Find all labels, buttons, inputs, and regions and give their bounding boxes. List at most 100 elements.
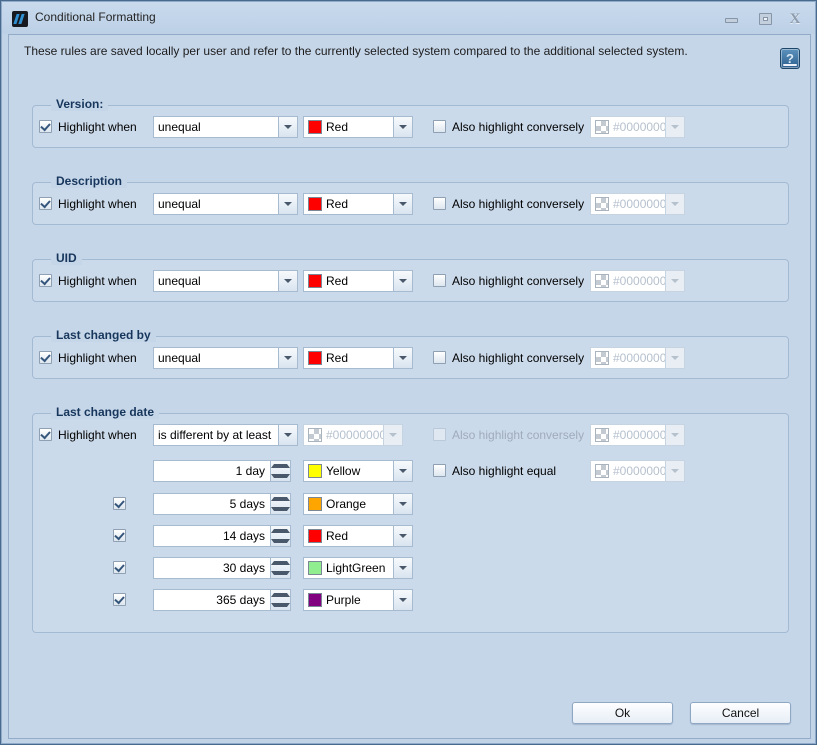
chevron-down-icon <box>271 507 290 511</box>
dropdown-arrow-button[interactable] <box>393 461 412 481</box>
also-conversely-checkbox[interactable] <box>433 120 446 133</box>
spinner-down-button[interactable] <box>271 504 290 514</box>
threshold-enabled-checkbox[interactable] <box>113 529 126 542</box>
threshold-enabled-checkbox[interactable] <box>113 561 126 574</box>
color-name: Orange <box>322 497 393 511</box>
highlight-when-checkbox[interactable] <box>39 428 52 441</box>
dropdown-arrow-button[interactable] <box>393 117 412 137</box>
spinner-down-button[interactable] <box>271 568 290 578</box>
highlight-when-label: Highlight when <box>58 351 137 365</box>
minimize-button[interactable] <box>724 13 740 25</box>
dropdown-arrow-button <box>665 425 684 445</box>
dropdown-arrow-button[interactable] <box>393 194 412 214</box>
days-spinner[interactable] <box>271 493 291 515</box>
threshold-enabled-checkbox[interactable] <box>113 593 126 606</box>
condition-dropdown[interactable]: unequal <box>153 193 298 215</box>
dropdown-arrow-button[interactable] <box>393 558 412 578</box>
color-dropdown[interactable]: Purple <box>303 589 413 611</box>
highlight-when-checkbox[interactable] <box>39 197 52 210</box>
condition-dropdown[interactable]: unequal <box>153 347 298 369</box>
condition-value: unequal <box>154 197 278 211</box>
dropdown-arrow-button[interactable] <box>393 348 412 368</box>
color-dropdown[interactable]: Orange <box>303 493 413 515</box>
restore-button[interactable] <box>758 13 774 26</box>
transparent-color-swatch <box>595 120 609 134</box>
dropdown-arrow-button[interactable] <box>393 494 412 514</box>
color-swatch <box>308 561 322 575</box>
color-dropdown[interactable]: Red <box>303 193 413 215</box>
days-input[interactable] <box>153 460 271 482</box>
chevron-down-icon <box>389 433 397 437</box>
spinner-up-button[interactable] <box>271 461 290 471</box>
color-dropdown[interactable]: Red <box>303 525 413 547</box>
dropdown-arrow-button <box>665 117 684 137</box>
color-swatch <box>308 351 322 365</box>
color-swatch <box>308 197 322 211</box>
also-equal-checkbox[interactable] <box>433 464 446 477</box>
spinner-down-button[interactable] <box>271 471 290 481</box>
days-input[interactable] <box>153 557 271 579</box>
dropdown-arrow-button[interactable] <box>278 117 297 137</box>
days-spinner[interactable] <box>271 460 291 482</box>
highlight-when-checkbox[interactable] <box>39 120 52 133</box>
help-button[interactable]: ? <box>780 48 800 69</box>
color-name: Red <box>322 529 393 543</box>
condition-color-dropdown: #00000000 <box>303 424 403 446</box>
dropdown-arrow-button[interactable] <box>278 425 297 445</box>
chevron-down-icon <box>399 356 407 360</box>
dropdown-arrow-button[interactable] <box>278 348 297 368</box>
ok-button[interactable]: Ok <box>572 702 673 724</box>
conversely-color-dropdown: #00000000 <box>590 193 685 215</box>
chevron-down-icon <box>284 356 292 360</box>
transparent-color-swatch <box>308 428 322 442</box>
chevron-down-icon <box>671 125 679 129</box>
color-dropdown[interactable]: LightGreen <box>303 557 413 579</box>
chevron-down-icon <box>284 125 292 129</box>
restore-icon <box>759 13 772 25</box>
conversely-color-value: #00000000 <box>609 197 665 211</box>
days-spinner[interactable] <box>271 589 291 611</box>
days-spinner[interactable] <box>271 525 291 547</box>
threshold-enabled-checkbox[interactable] <box>113 497 126 510</box>
chevron-down-icon <box>399 279 407 283</box>
chevron-down-icon <box>671 279 679 283</box>
highlight-when-label: Highlight when <box>58 274 137 288</box>
also-conversely-checkbox[interactable] <box>433 351 446 364</box>
color-dropdown[interactable]: Red <box>303 347 413 369</box>
close-button[interactable]: X <box>786 13 804 27</box>
color-dropdown[interactable]: Red <box>303 116 413 138</box>
spinner-up-button[interactable] <box>271 526 290 536</box>
spinner-up-button[interactable] <box>271 590 290 600</box>
dropdown-arrow-button[interactable] <box>278 194 297 214</box>
color-dropdown[interactable]: Red <box>303 270 413 292</box>
also-conversely-checkbox[interactable] <box>433 197 446 210</box>
description-text: These rules are saved locally per user a… <box>24 44 688 58</box>
highlight-when-checkbox[interactable] <box>39 351 52 364</box>
group-description: Description Highlight when unequal Red A… <box>32 182 789 225</box>
dropdown-arrow-button[interactable] <box>278 271 297 291</box>
spinner-up-button[interactable] <box>271 558 290 568</box>
conversely-color-dropdown: #00000000 <box>590 270 685 292</box>
also-conversely-checkbox[interactable] <box>433 274 446 287</box>
dropdown-arrow-button[interactable] <box>393 271 412 291</box>
highlight-when-checkbox[interactable] <box>39 274 52 287</box>
chevron-up-icon <box>271 497 290 501</box>
color-dropdown[interactable]: Yellow <box>303 460 413 482</box>
spinner-down-button[interactable] <box>271 536 290 546</box>
dropdown-arrow-button[interactable] <box>393 526 412 546</box>
conversely-color-value: #00000000 <box>609 274 665 288</box>
condition-dropdown[interactable]: unequal <box>153 116 298 138</box>
chevron-down-icon <box>399 125 407 129</box>
spinner-up-button[interactable] <box>271 494 290 504</box>
condition-dropdown[interactable]: unequal <box>153 270 298 292</box>
days-spinner[interactable] <box>271 557 291 579</box>
dropdown-arrow-button[interactable] <box>393 590 412 610</box>
spinner-down-button[interactable] <box>271 600 290 610</box>
cancel-button[interactable]: Cancel <box>690 702 791 724</box>
days-input[interactable] <box>153 493 271 515</box>
days-input[interactable] <box>153 589 271 611</box>
days-input[interactable] <box>153 525 271 547</box>
color-name: Purple <box>322 593 393 607</box>
condition-dropdown[interactable]: is different by at least <box>153 424 298 446</box>
color-name: Red <box>322 197 393 211</box>
